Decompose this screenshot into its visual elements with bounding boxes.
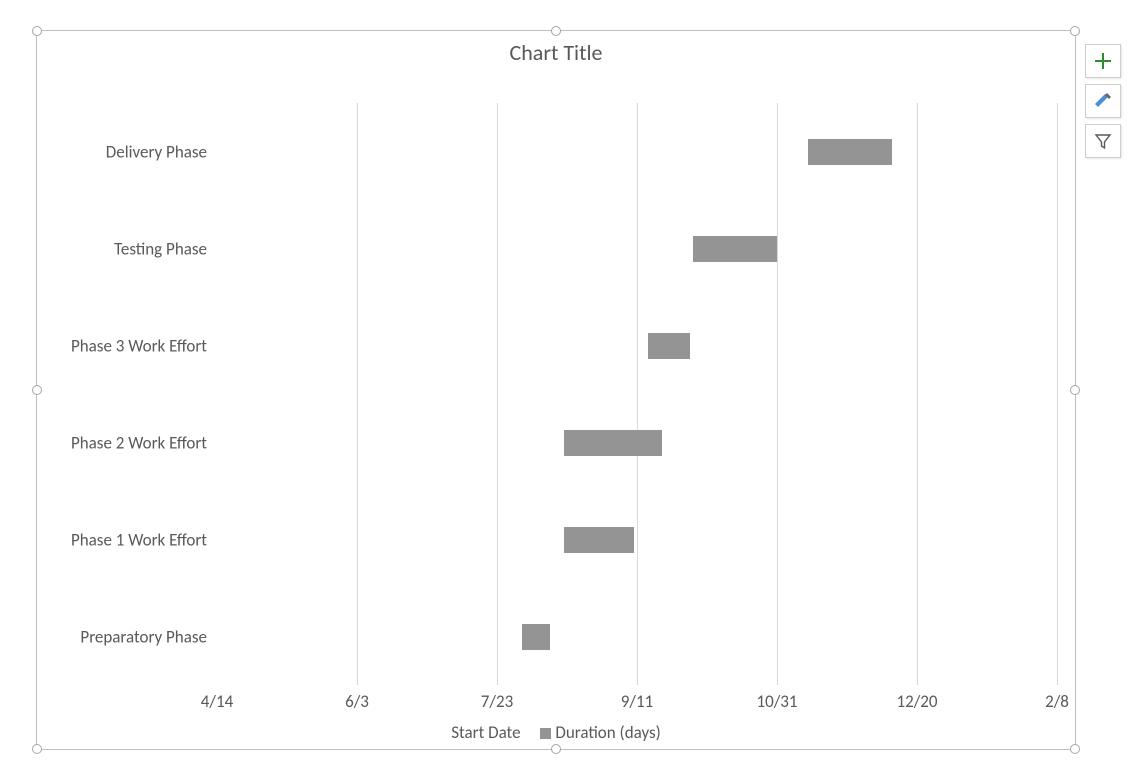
plus-icon: [1093, 51, 1113, 71]
chart-elements-button[interactable]: [1085, 44, 1121, 78]
y-axis-label: Delivery Phase: [45, 141, 207, 162]
legend-entry-duration[interactable]: Duration (days): [555, 722, 660, 743]
gantt-bar[interactable]: [648, 333, 690, 359]
paintbrush-icon: [1092, 90, 1114, 112]
gantt-bar[interactable]: [693, 236, 777, 262]
chart-filters-button[interactable]: [1085, 124, 1121, 158]
x-axis-label: 12/20: [896, 691, 937, 712]
chart-object[interactable]: Chart Title 4/146/37/239/1110/3112/202/8…: [36, 30, 1076, 750]
resize-handle-bottom-left[interactable]: [32, 744, 42, 754]
y-axis-label: Phase 1 Work Effort: [45, 529, 207, 550]
chart-legend[interactable]: Start Date Duration (days): [37, 722, 1075, 743]
funnel-icon: [1093, 131, 1113, 151]
legend-swatch-icon: [540, 728, 551, 739]
gridline: [357, 103, 358, 685]
y-axis-label: Phase 2 Work Effort: [45, 432, 207, 453]
resize-handle-top-center[interactable]: [551, 26, 561, 36]
resize-handle-top-right[interactable]: [1070, 26, 1080, 36]
x-axis-label: 6/3: [345, 691, 369, 712]
resize-handle-top-left[interactable]: [32, 26, 42, 36]
x-axis-label: 10/31: [756, 691, 797, 712]
x-axis-label: 7/23: [481, 691, 513, 712]
legend-entry-start-date[interactable]: Start Date: [451, 722, 520, 743]
chart-title[interactable]: Chart Title: [37, 39, 1075, 66]
resize-handle-bottom-center[interactable]: [551, 744, 561, 754]
gridline: [637, 103, 638, 685]
gantt-bar[interactable]: [564, 527, 634, 553]
resize-handle-bottom-right[interactable]: [1070, 744, 1080, 754]
resize-handle-middle-right[interactable]: [1070, 385, 1080, 395]
y-axis-label: Preparatory Phase: [45, 626, 207, 647]
resize-handle-middle-left[interactable]: [32, 385, 42, 395]
chart-styles-button[interactable]: [1085, 84, 1121, 118]
gridline: [497, 103, 498, 685]
gridline: [777, 103, 778, 685]
gridline: [917, 103, 918, 685]
x-axis-label: 9/11: [621, 691, 653, 712]
gantt-bar[interactable]: [564, 430, 662, 456]
x-axis-label: 4/14: [201, 691, 233, 712]
y-axis-label: Phase 3 Work Effort: [45, 335, 207, 356]
plot-area[interactable]: 4/146/37/239/1110/3112/202/8: [217, 103, 1057, 685]
gridline: [1057, 103, 1058, 685]
gantt-bar[interactable]: [808, 139, 892, 165]
x-axis-label: 2/8: [1045, 691, 1069, 712]
gantt-bar[interactable]: [522, 624, 550, 650]
y-axis-label: Testing Phase: [45, 238, 207, 259]
